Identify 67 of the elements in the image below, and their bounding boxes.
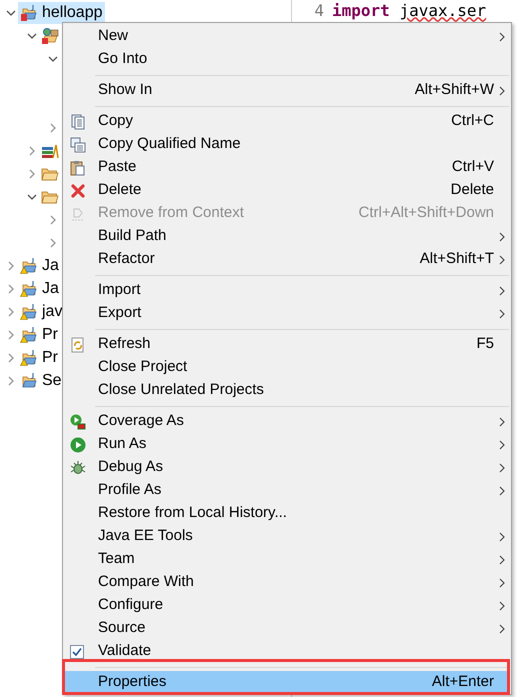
- code-line: import javax.ser: [332, 0, 486, 22]
- project-warning-icon: [20, 348, 38, 366]
- line-number: 4: [313, 0, 325, 22]
- menu-item[interactable]: Paste Ctrl+V: [64, 156, 510, 179]
- menu-item[interactable]: Properties Alt+Enter: [64, 671, 510, 694]
- project-warning-icon: [20, 326, 38, 344]
- menu-item[interactable]: Compare With: [64, 571, 510, 594]
- menu-item[interactable]: Profile As: [64, 479, 510, 502]
- tree-item[interactable]: Se: [18, 370, 64, 392]
- menu-item[interactable]: Validate: [64, 640, 510, 663]
- chevron-right-icon[interactable]: [48, 238, 58, 248]
- menu-item[interactable]: Source: [64, 617, 510, 640]
- menu-item[interactable]: Delete Delete: [64, 179, 510, 202]
- clipboard-icon: [70, 160, 86, 176]
- tree-item[interactable]: Ja: [18, 278, 61, 300]
- refresh-icon: [70, 336, 86, 352]
- chevron-right-icon[interactable]: [48, 214, 58, 224]
- menu-item[interactable]: Build Path: [64, 225, 510, 248]
- copy-icon: [70, 136, 86, 152]
- menu-item[interactable]: New: [64, 25, 510, 48]
- menu-item[interactable]: Show In Alt+Shift+W: [64, 79, 510, 102]
- project-warning-icon: [20, 256, 38, 274]
- chevron-right-icon[interactable]: [48, 122, 58, 132]
- remove-icon: [70, 206, 86, 222]
- menu-item[interactable]: Refresh F5: [64, 333, 510, 356]
- chevron-right-icon[interactable]: [27, 168, 37, 178]
- chevron-right-icon[interactable]: [6, 330, 16, 340]
- menu-item[interactable]: Restore from Local History...: [64, 502, 510, 525]
- menu-item[interactable]: Debug As: [64, 456, 510, 479]
- tree-item[interactable]: Ja: [18, 254, 61, 276]
- menu-item[interactable]: Run As: [64, 433, 510, 456]
- menu-item[interactable]: Copy Ctrl+C: [64, 110, 510, 133]
- chevron-right-icon[interactable]: [6, 284, 16, 294]
- menu-item[interactable]: Configure: [64, 594, 510, 617]
- menu-item[interactable]: Copy Qualified Name: [64, 133, 510, 156]
- chevron-right-icon[interactable]: [6, 352, 16, 362]
- menu-item[interactable]: Close Project: [64, 356, 510, 379]
- project-warning-icon: [20, 302, 38, 320]
- project-warning-icon: [20, 280, 38, 298]
- menu-item[interactable]: Go Into: [64, 48, 510, 71]
- chevron-down-icon[interactable]: [27, 30, 37, 40]
- menu-item[interactable]: Coverage As: [64, 410, 510, 433]
- chevron-right-icon[interactable]: [6, 306, 16, 316]
- chevron-down-icon[interactable]: [6, 8, 16, 18]
- copy-icon: [70, 114, 86, 130]
- menu-item[interactable]: Export: [64, 302, 510, 325]
- tree-item[interactable]: jav: [18, 300, 64, 322]
- project-folder-icon: [20, 372, 38, 390]
- chevron-right-icon[interactable]: [27, 146, 37, 156]
- menu-item[interactable]: Close Unrelated Projects: [64, 379, 510, 402]
- tree-item[interactable]: Pr: [18, 346, 60, 368]
- menu-item[interactable]: Team: [64, 548, 510, 571]
- menu-item[interactable]: Java EE Tools: [64, 525, 510, 548]
- chevron-right-icon[interactable]: [6, 376, 16, 386]
- chevron-down-icon[interactable]: [27, 192, 37, 202]
- delete-icon: [70, 182, 86, 198]
- run-icon: [70, 436, 86, 452]
- coverage-icon: [70, 414, 86, 430]
- package-error-icon: [41, 26, 59, 44]
- tree-item[interactable]: helloapp: [18, 2, 104, 24]
- chevron-down-icon[interactable]: [48, 54, 58, 64]
- project-error-icon: [20, 4, 38, 22]
- menu-item[interactable]: Import: [64, 279, 510, 302]
- bug-icon: [70, 460, 86, 476]
- menu-item[interactable]: Refactor Alt+Shift+T: [64, 248, 510, 271]
- tree-item[interactable]: Pr: [18, 324, 60, 346]
- chevron-right-icon[interactable]: [6, 260, 16, 270]
